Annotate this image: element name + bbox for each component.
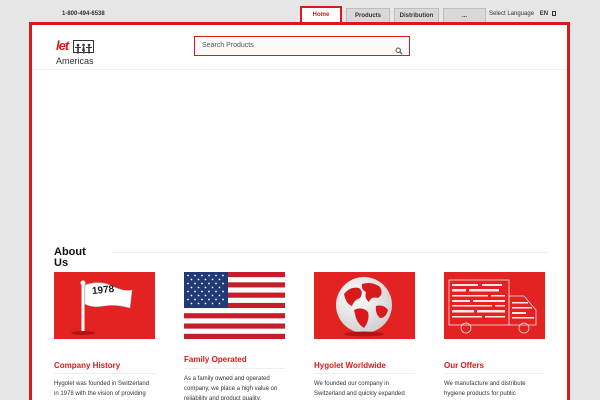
- about-divider: [112, 252, 547, 253]
- search-icon[interactable]: [395, 42, 403, 55]
- main-frame: let Americas Search Products About Us 19…: [29, 22, 570, 400]
- logo-figures-icon: [73, 40, 94, 54]
- company-history-title[interactable]: Company History: [54, 361, 120, 370]
- our-offers-text: We manufacture and distribute hygiene pr…: [444, 381, 526, 397]
- language-value: EN: [539, 11, 549, 17]
- flag-year-label: 1978: [91, 283, 115, 298]
- family-operated-text: As a family owned and operated company, …: [184, 376, 278, 400]
- company-history-text: Hygolet was founded in Switzerland in 19…: [54, 381, 150, 397]
- dropdown-icon: [551, 11, 556, 16]
- card-divider: [444, 373, 545, 374]
- our-offers-title[interactable]: Our Offers: [444, 361, 484, 370]
- card-divider: [314, 373, 415, 374]
- about-us-heading: About Us: [54, 246, 86, 269]
- language-label: Select Language: [489, 11, 535, 17]
- family-operated-title[interactable]: Family Operated: [184, 355, 247, 364]
- site-logo[interactable]: let Americas: [56, 38, 100, 68]
- company-history-image[interactable]: 1978: [54, 272, 155, 339]
- phone-number[interactable]: 1-800-494-6538: [62, 11, 105, 17]
- family-operated-image[interactable]: [184, 272, 285, 339]
- card-divider: [54, 373, 155, 374]
- our-offers-image[interactable]: [444, 272, 545, 339]
- language-selector[interactable]: Select Language EN: [489, 11, 556, 17]
- logo-text: let: [56, 38, 69, 53]
- hygolet-worldwide-text: We founded our company in Switzerland an…: [314, 381, 405, 397]
- search-input[interactable]: Search Products: [202, 42, 254, 49]
- logo-subtitle: Americas: [56, 56, 94, 66]
- card-divider: [184, 368, 285, 369]
- header-divider: [32, 69, 567, 70]
- hygolet-worldwide-title[interactable]: Hygolet Worldwide: [314, 361, 386, 370]
- search-box[interactable]: Search Products: [194, 36, 410, 56]
- top-bar: 1-800-494-6538 Home Products Distributio…: [0, 0, 600, 24]
- hygolet-worldwide-image[interactable]: [314, 272, 415, 339]
